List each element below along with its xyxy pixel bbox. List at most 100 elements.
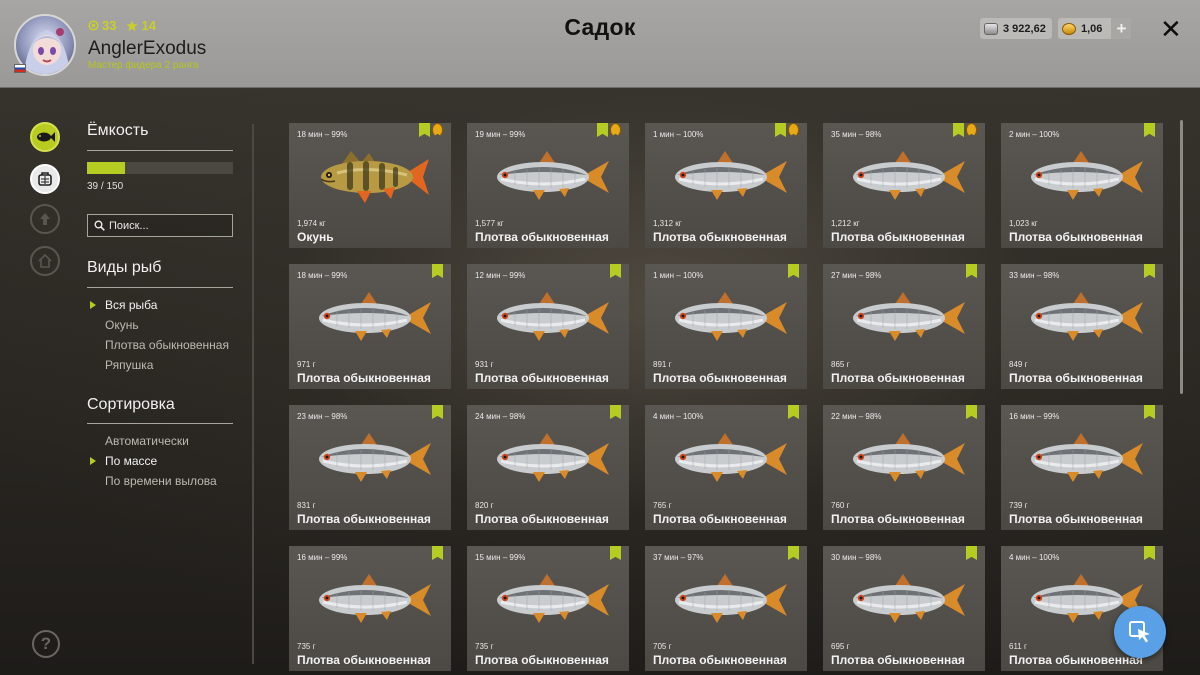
- fish-name: Плотва обыкновенная: [1009, 653, 1143, 667]
- roach-image: [497, 151, 609, 200]
- scrollbar[interactable]: [1180, 120, 1183, 394]
- fish-card[interactable]: 33 мин – 98% 849 г Плотва обыкновенная: [1001, 264, 1163, 389]
- catch-time: 1 мин – 100%: [653, 271, 704, 280]
- catch-time: 22 мин – 98%: [831, 412, 882, 421]
- selected-arrow-icon: [90, 457, 96, 465]
- gold-balance: 1,06 +: [1058, 18, 1132, 39]
- fish-weight: 705 г: [653, 642, 672, 651]
- fish-card[interactable]: 23 мин – 98% 831 г Плотва обыкновенная: [289, 405, 451, 530]
- fish-weight: 1,974 кг: [297, 219, 326, 228]
- fish-card[interactable]: 37 мин – 97% 705 г Плотва обыкновенная: [645, 546, 807, 671]
- bookmark-icon: [432, 405, 443, 419]
- sort-title: Сортировка: [87, 396, 175, 413]
- bookmark-icon: [610, 264, 621, 278]
- silver-balance: 3 922,62: [980, 18, 1052, 39]
- home-glyph: [38, 254, 52, 268]
- fish-weight: 891 г: [653, 360, 672, 369]
- catch-time: 15 мин – 99%: [475, 553, 526, 562]
- bookmark-icon: [1144, 264, 1155, 278]
- fish-weight: 831 г: [297, 501, 316, 510]
- fish-weight: 1,312 кг: [653, 219, 682, 228]
- roach-image: [853, 433, 965, 482]
- species-filter-item[interactable]: Плотва обыкновенная: [105, 338, 229, 352]
- search-icon: [94, 220, 105, 231]
- fish-card[interactable]: 1 мин – 100% 1,312 кг Плотва обыкновенная: [645, 123, 807, 248]
- species-filter-item[interactable]: Ряпушка: [105, 358, 153, 372]
- bookmark-icon: [610, 405, 621, 419]
- catch-time: 33 мин – 98%: [1009, 271, 1060, 280]
- sort-option-item[interactable]: По массе: [105, 454, 157, 468]
- fish-card[interactable]: 2 мин – 100% 1,023 кг Плотва обыкновенная: [1001, 123, 1163, 248]
- divider: [87, 423, 233, 424]
- species-title: Виды рыб: [87, 259, 162, 276]
- badge-group: [1144, 123, 1155, 137]
- keepnet-icon[interactable]: [30, 164, 60, 194]
- hook-icon[interactable]: [30, 204, 60, 234]
- fish-weight: 820 г: [475, 501, 494, 510]
- cursor-mode-button[interactable]: [1114, 606, 1166, 658]
- bookmark-icon: [775, 123, 786, 137]
- top-bar: 33 14 AnglerExodus Мастер фидера 2 ранга…: [0, 0, 1200, 88]
- bookmark-icon: [610, 546, 621, 560]
- fish-weight: 1,023 кг: [1009, 219, 1038, 228]
- capacity-title: Ёмкость: [87, 122, 149, 139]
- fish-name: Плотва обыкновенная: [475, 512, 609, 526]
- badge-group: [419, 123, 443, 137]
- close-button[interactable]: ✕: [1160, 14, 1182, 45]
- trophy-bookmark-icon: [610, 123, 621, 137]
- perch-image: [320, 151, 429, 203]
- add-gold-button[interactable]: +: [1111, 18, 1132, 39]
- sort-option-item[interactable]: По времени вылова: [105, 474, 217, 488]
- panel-divider: [252, 124, 254, 664]
- bookmark-icon: [966, 405, 977, 419]
- fish-card[interactable]: 22 мин – 98% 760 г Плотва обыкновенная: [823, 405, 985, 530]
- help-button[interactable]: ?: [32, 630, 60, 658]
- capacity-bar: [87, 162, 233, 174]
- fish-card[interactable]: 27 мин – 98% 865 г Плотва обыкновенная: [823, 264, 985, 389]
- selected-arrow-icon: [90, 301, 96, 309]
- fish-card[interactable]: 18 мин – 99% 971 г Плотва обыкновенная: [289, 264, 451, 389]
- fish-icon[interactable]: [30, 122, 60, 152]
- badge-group: [610, 264, 621, 278]
- search-input[interactable]: Поиск...: [87, 214, 233, 237]
- fish-card[interactable]: 15 мин – 99% 735 г Плотва обыкновенная: [467, 546, 629, 671]
- badge-group: [788, 405, 799, 419]
- bookmark-icon: [597, 123, 608, 137]
- fish-card[interactable]: 18 мин – 99% 1,974 кг Окунь: [289, 123, 451, 248]
- species-filter-item[interactable]: Окунь: [105, 318, 139, 332]
- fish-weight: 849 г: [1009, 360, 1028, 369]
- badge-group: [966, 546, 977, 560]
- roach-image: [1031, 433, 1143, 482]
- roach-image: [497, 574, 609, 623]
- fish-card[interactable]: 24 мин – 98% 820 г Плотва обыкновенная: [467, 405, 629, 530]
- fish-card[interactable]: 4 мин – 100% 765 г Плотва обыкновенная: [645, 405, 807, 530]
- fish-card[interactable]: 12 мин – 99% 931 г Плотва обыкновенная: [467, 264, 629, 389]
- search-placeholder: Поиск...: [109, 219, 149, 232]
- fish-card[interactable]: 16 мин – 99% 735 г Плотва обыкновенная: [289, 546, 451, 671]
- fish-card[interactable]: 35 мин – 98% 1,212 кг Плотва обыкновенная: [823, 123, 985, 248]
- fish-card[interactable]: 16 мин – 99% 739 г Плотва обыкновенная: [1001, 405, 1163, 530]
- keepnet-glyph: [38, 172, 52, 186]
- fish-card[interactable]: 1 мин – 100% 891 г Плотва обыкновенная: [645, 264, 807, 389]
- fish-weight: 865 г: [831, 360, 850, 369]
- fish-name: Плотва обыкновенная: [831, 230, 965, 244]
- home-icon[interactable]: [30, 246, 60, 276]
- silver-value: 3 922,62: [1003, 22, 1046, 35]
- roach-image: [497, 292, 609, 341]
- fish-name: Плотва обыкновенная: [297, 653, 431, 667]
- fish-card[interactable]: 19 мин – 99% 1,577 кг Плотва обыкновенная: [467, 123, 629, 248]
- trophy-bookmark-icon: [966, 123, 977, 137]
- roach-image: [675, 433, 787, 482]
- badge-group: [775, 123, 799, 137]
- bookmark-icon: [788, 405, 799, 419]
- fish-weight: 735 г: [475, 642, 494, 651]
- fish-card[interactable]: 30 мин – 98% 695 г Плотва обыкновенная: [823, 546, 985, 671]
- catch-time: 18 мин – 99%: [297, 130, 348, 139]
- catch-time: 30 мин – 98%: [831, 553, 882, 562]
- species-filter-item[interactable]: Вся рыба: [105, 298, 157, 312]
- sort-option-item[interactable]: Автоматически: [105, 434, 189, 448]
- catch-time: 4 мин – 100%: [653, 412, 704, 421]
- fish-glyph: [37, 132, 55, 142]
- fish-name: Плотва обыкновенная: [653, 371, 787, 385]
- gold-value: 1,06: [1081, 22, 1103, 35]
